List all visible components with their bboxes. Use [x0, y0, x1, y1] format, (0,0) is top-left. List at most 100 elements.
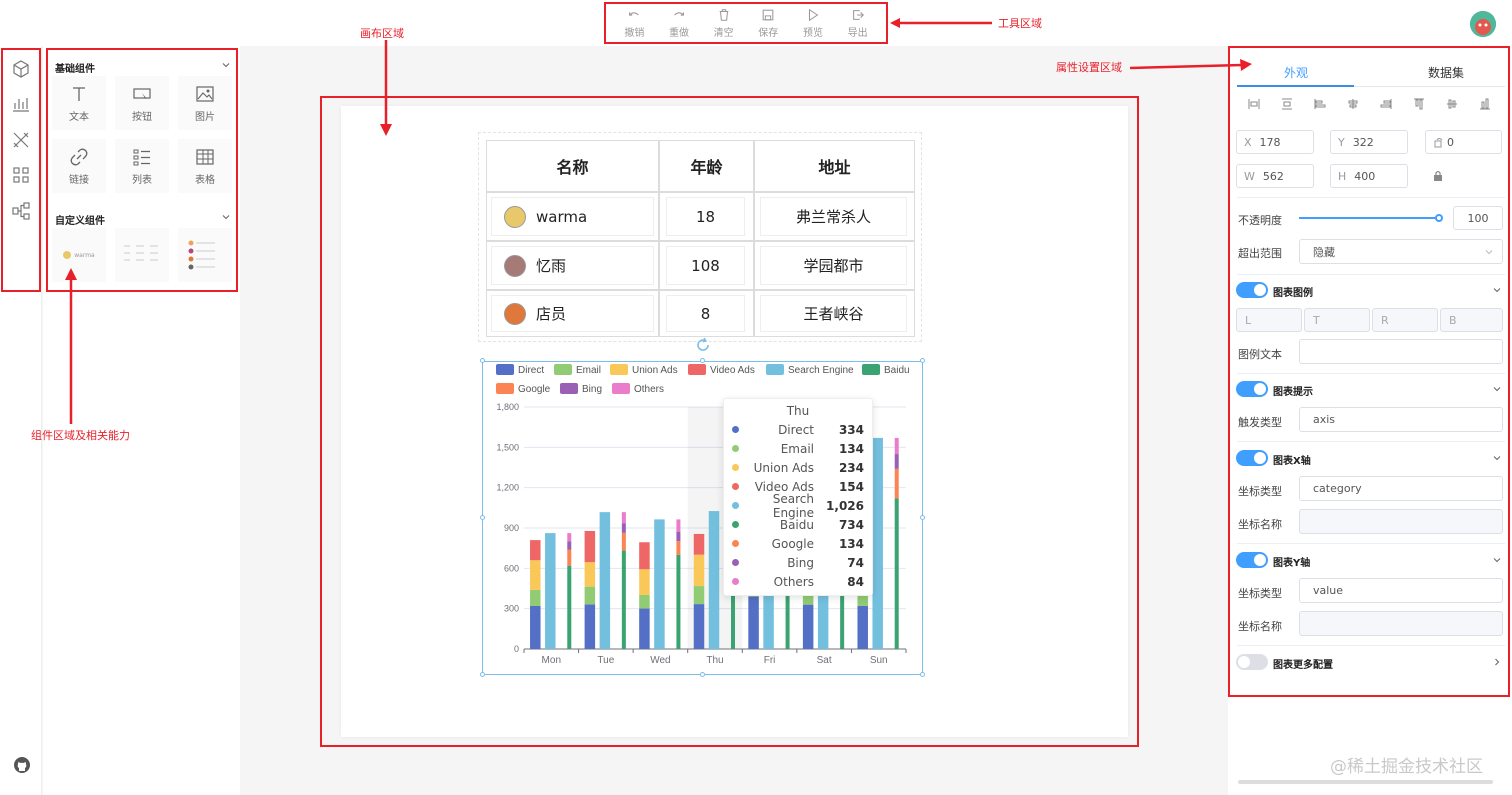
align-right-icon[interactable] [1314, 98, 1326, 110]
opacity-label: 不透明度 [1238, 214, 1282, 227]
legend-swatch [688, 364, 706, 375]
yaxis-toggle[interactable] [1236, 552, 1268, 568]
legend-label: Google [518, 384, 551, 395]
clear-button[interactable]: 清空 [704, 8, 744, 39]
tooltip-row: Direct 334 [732, 420, 864, 439]
xaxis-type-input[interactable]: category [1299, 476, 1503, 501]
opacity-slider-thumb[interactable] [1435, 214, 1443, 222]
image-icon [196, 85, 214, 102]
legend-toggle[interactable] [1236, 282, 1268, 298]
align-left-icon[interactable] [1248, 98, 1260, 110]
play-icon [808, 8, 819, 21]
table-row-1-name: warma [491, 197, 654, 236]
preview-button[interactable]: 预览 [793, 8, 833, 39]
row-name: warma [536, 207, 588, 226]
legend-top-input[interactable]: T [1304, 308, 1370, 332]
opacity-input[interactable]: 100 [1453, 206, 1503, 230]
tooltip-row: Baidu 734 [732, 515, 864, 534]
more-config-toggle[interactable] [1236, 654, 1268, 670]
save-label: 保存 [758, 27, 779, 39]
rotate-handle-icon[interactable] [695, 337, 711, 353]
tab-dataset[interactable]: 数据集 [1428, 64, 1464, 81]
bar-chart-icon[interactable] [11, 94, 31, 114]
chevron-down-icon[interactable] [1492, 453, 1502, 463]
github-icon[interactable] [13, 756, 31, 774]
xaxis-name-input[interactable] [1299, 509, 1503, 534]
align-hcenter-icon[interactable] [1347, 98, 1359, 110]
chevron-right-icon[interactable] [1492, 657, 1502, 667]
y-input[interactable]: Y 322 [1330, 130, 1408, 154]
component-text[interactable]: 文本 [52, 76, 106, 130]
opacity-slider-track[interactable] [1299, 214, 1443, 222]
chevron-down-icon[interactable] [1492, 285, 1502, 295]
undo-button[interactable]: 撤销 [614, 8, 654, 39]
tools-icon[interactable] [11, 130, 31, 150]
bar-segment [676, 531, 681, 542]
align-bottom-icon[interactable] [1479, 98, 1491, 110]
chevron-down-icon[interactable] [221, 212, 231, 222]
bar-segment [894, 437, 899, 455]
row-name: 店员 [536, 305, 567, 323]
tree-icon[interactable] [11, 201, 31, 221]
chevron-down-icon[interactable] [221, 60, 231, 70]
legend-right-input[interactable]: R [1372, 308, 1438, 332]
bar-segment [567, 541, 572, 550]
bar-segment [894, 454, 899, 469]
data-table[interactable]: 名称 年龄 地址 warma 18 弗兰常杀人 忆雨 108 学园都市 店员 8… [478, 132, 922, 342]
align-end-icon[interactable] [1380, 98, 1392, 110]
component-link[interactable]: 链接 [52, 139, 106, 193]
tooltip-toggle[interactable] [1236, 381, 1268, 397]
trigger-type-input[interactable]: axis [1299, 407, 1503, 432]
user-avatar[interactable] [1470, 11, 1496, 37]
component-image[interactable]: 图片 [178, 76, 232, 130]
horizontal-scrollbar[interactable] [1238, 780, 1493, 784]
tooltip-series-value: 154 [838, 479, 864, 494]
component-list[interactable]: 列表 [115, 139, 169, 193]
legend-section-title: 图表图例 [1273, 288, 1313, 299]
bar-segment [567, 533, 572, 542]
yaxis-type-input[interactable]: value [1299, 578, 1503, 603]
annotation-property: 属性设置区域 [1056, 61, 1122, 74]
chevron-down-icon[interactable] [1492, 555, 1502, 565]
w-input[interactable]: W 562 [1236, 164, 1314, 188]
component-table[interactable]: 表格 [178, 139, 232, 193]
export-button[interactable]: 导出 [838, 8, 878, 39]
overflow-select[interactable]: 隐藏 [1299, 239, 1503, 264]
arrow-toolbar [890, 18, 992, 28]
trigger-type-label: 触发类型 [1238, 416, 1282, 429]
legend-swatch [496, 383, 514, 394]
bar-segment [693, 604, 705, 649]
table-header-name: 名称 [486, 140, 659, 192]
legend-text-input[interactable] [1299, 339, 1503, 364]
bar-segment [693, 554, 705, 587]
user-list-preview-icon [188, 240, 215, 270]
cube-icon[interactable] [11, 59, 31, 79]
grid-apps-icon[interactable] [11, 165, 31, 185]
align-top-icon[interactable] [1413, 98, 1425, 110]
bar-segment [621, 512, 626, 524]
x-input[interactable]: X 178 [1236, 130, 1314, 154]
bar-segment [639, 569, 650, 595]
custom-component-list[interactable] [115, 228, 169, 282]
legend-label: Union Ads [632, 365, 678, 376]
h-input[interactable]: H 400 [1330, 164, 1408, 188]
legend-label: Search Engine [788, 365, 854, 376]
x-tick-label: Mon [542, 655, 561, 666]
chevron-down-icon[interactable] [1492, 384, 1502, 394]
rotate-input[interactable]: 0 [1425, 130, 1502, 154]
legend-left-input[interactable]: L [1236, 308, 1302, 332]
divider [1237, 274, 1505, 275]
custom-component-avatar-text[interactable]: warma [52, 228, 106, 282]
bar-segment [599, 512, 611, 649]
xaxis-toggle[interactable] [1236, 450, 1268, 466]
align-vcenter-icon[interactable] [1446, 98, 1458, 110]
redo-button[interactable]: 重做 [659, 8, 699, 39]
legend-bottom-input[interactable]: B [1440, 308, 1503, 332]
tab-appearance[interactable]: 外观 [1284, 64, 1308, 81]
save-button[interactable]: 保存 [748, 8, 788, 39]
lock-icon[interactable] [1433, 170, 1443, 182]
component-button[interactable]: 按钮 [115, 76, 169, 130]
yaxis-name-input[interactable] [1299, 611, 1503, 636]
custom-component-user-list[interactable] [178, 228, 232, 282]
align-center-icon[interactable] [1281, 98, 1293, 110]
